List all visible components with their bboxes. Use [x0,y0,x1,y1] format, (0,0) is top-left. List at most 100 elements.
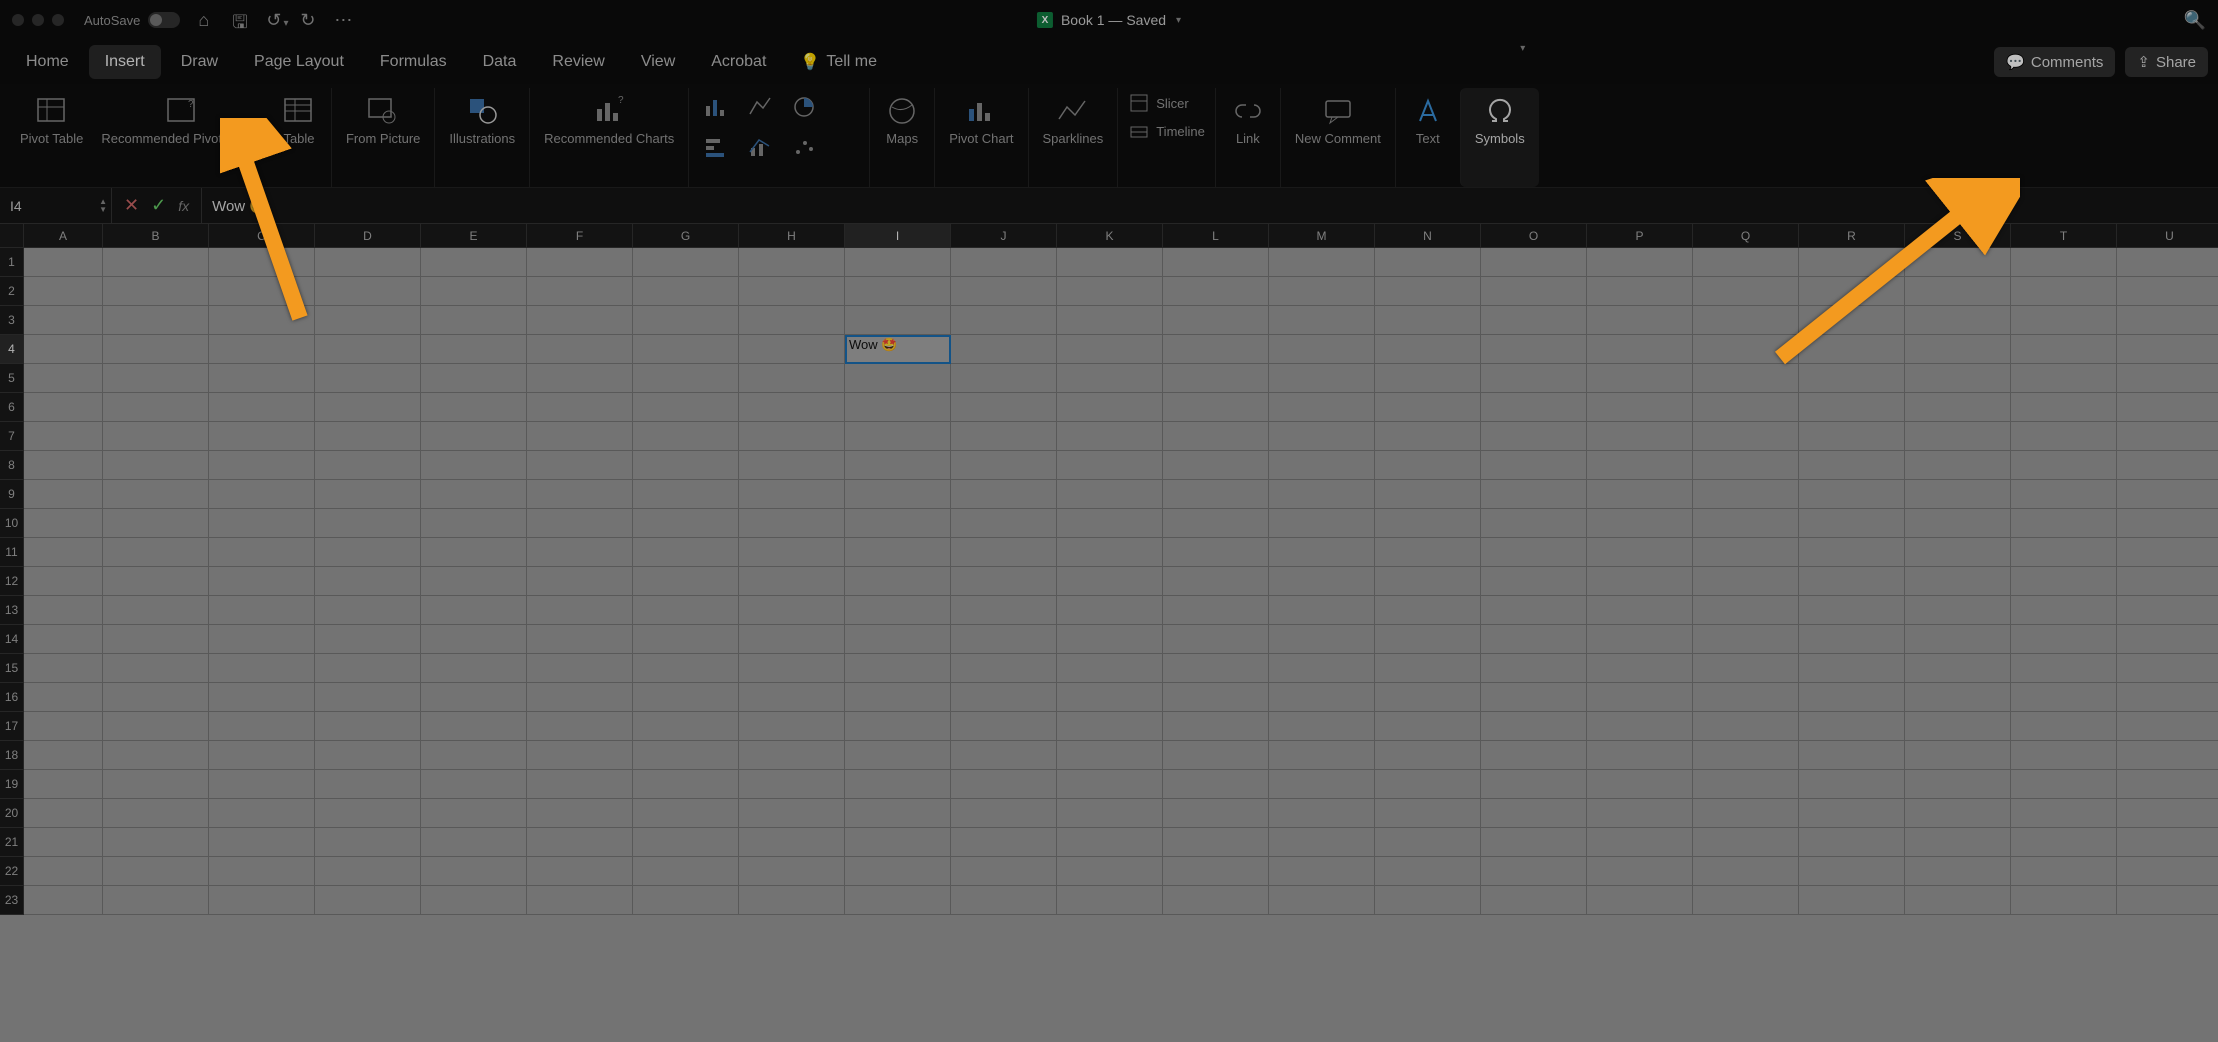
cell-R13[interactable] [1799,596,1905,625]
cell-O5[interactable] [1481,364,1587,393]
cell-H22[interactable] [739,857,845,886]
cell-J9[interactable] [951,480,1057,509]
cell-B5[interactable] [103,364,209,393]
cell-P20[interactable] [1587,799,1693,828]
cell-T11[interactable] [2011,538,2117,567]
cell-D13[interactable] [315,596,421,625]
cell-J22[interactable] [951,857,1057,886]
cell-R4[interactable] [1799,335,1905,364]
cell-M16[interactable] [1269,683,1375,712]
cell-U12[interactable] [2117,567,2218,596]
row-header-14[interactable]: 14 [0,625,24,654]
cell-C8[interactable] [209,451,315,480]
cell-Q9[interactable] [1693,480,1799,509]
row-header-6[interactable]: 6 [0,393,24,422]
cell-P7[interactable] [1587,422,1693,451]
cell-N17[interactable] [1375,712,1481,741]
cell-C23[interactable] [209,886,315,915]
cell-I12[interactable] [845,567,951,596]
cell-S1[interactable] [1905,248,2011,277]
cell-G3[interactable] [633,306,739,335]
cell-B11[interactable] [103,538,209,567]
cell-R21[interactable] [1799,828,1905,857]
cell-K17[interactable] [1057,712,1163,741]
col-header-G[interactable]: G [633,224,739,248]
cell-S11[interactable] [1905,538,2011,567]
cell-M6[interactable] [1269,393,1375,422]
cell-S3[interactable] [1905,306,2011,335]
cell-Q4[interactable] [1693,335,1799,364]
cell-O6[interactable] [1481,393,1587,422]
cell-E20[interactable] [421,799,527,828]
cell-N8[interactable] [1375,451,1481,480]
cell-F20[interactable] [527,799,633,828]
cell-D3[interactable] [315,306,421,335]
cell-K13[interactable] [1057,596,1163,625]
cell-M3[interactable] [1269,306,1375,335]
cell-P21[interactable] [1587,828,1693,857]
cell-N4[interactable] [1375,335,1481,364]
cell-S16[interactable] [1905,683,2011,712]
row-header-20[interactable]: 20 [0,799,24,828]
cell-A14[interactable] [24,625,103,654]
cell-T20[interactable] [2011,799,2117,828]
cell-L4[interactable] [1163,335,1269,364]
cell-F22[interactable] [527,857,633,886]
share-button[interactable]: ⇪ Share [2125,47,2208,77]
tab-data[interactable]: Data [467,45,533,79]
cell-B14[interactable] [103,625,209,654]
cell-U7[interactable] [2117,422,2218,451]
cell-B13[interactable] [103,596,209,625]
row-header-9[interactable]: 9 [0,480,24,509]
cell-D10[interactable] [315,509,421,538]
pie-chart-button[interactable] [787,92,821,122]
cell-E14[interactable] [421,625,527,654]
cell-M11[interactable] [1269,538,1375,567]
cell-T1[interactable] [2011,248,2117,277]
cell-Q14[interactable] [1693,625,1799,654]
cell-D5[interactable] [315,364,421,393]
cell-S23[interactable] [1905,886,2011,915]
cell-C13[interactable] [209,596,315,625]
cell-L21[interactable] [1163,828,1269,857]
cell-L19[interactable] [1163,770,1269,799]
cell-Q13[interactable] [1693,596,1799,625]
cell-F12[interactable] [527,567,633,596]
cell-P8[interactable] [1587,451,1693,480]
cell-H15[interactable] [739,654,845,683]
cell-J7[interactable] [951,422,1057,451]
cell-F19[interactable] [527,770,633,799]
cell-B20[interactable] [103,799,209,828]
cell-M7[interactable] [1269,422,1375,451]
cell-K12[interactable] [1057,567,1163,596]
cell-R16[interactable] [1799,683,1905,712]
cell-G15[interactable] [633,654,739,683]
tab-acrobat[interactable]: Acrobat [695,45,782,79]
cell-O15[interactable] [1481,654,1587,683]
cell-F2[interactable] [527,277,633,306]
cell-M12[interactable] [1269,567,1375,596]
col-header-R[interactable]: R [1799,224,1905,248]
cell-O16[interactable] [1481,683,1587,712]
cell-J14[interactable] [951,625,1057,654]
cell-O23[interactable] [1481,886,1587,915]
col-header-U[interactable]: U [2117,224,2218,248]
row-header-23[interactable]: 23 [0,886,24,915]
cell-U4[interactable] [2117,335,2218,364]
cell-F16[interactable] [527,683,633,712]
cell-J20[interactable] [951,799,1057,828]
cell-C1[interactable] [209,248,315,277]
cell-L13[interactable] [1163,596,1269,625]
cell-C20[interactable] [209,799,315,828]
cell-I8[interactable] [845,451,951,480]
col-header-C[interactable]: C [209,224,315,248]
cell-P15[interactable] [1587,654,1693,683]
cell-N21[interactable] [1375,828,1481,857]
cell-Q17[interactable] [1693,712,1799,741]
cell-P23[interactable] [1587,886,1693,915]
cell-U19[interactable] [2117,770,2218,799]
cell-Q5[interactable] [1693,364,1799,393]
cell-J3[interactable] [951,306,1057,335]
cell-R20[interactable] [1799,799,1905,828]
save-icon[interactable]: 🖫 [232,10,252,30]
